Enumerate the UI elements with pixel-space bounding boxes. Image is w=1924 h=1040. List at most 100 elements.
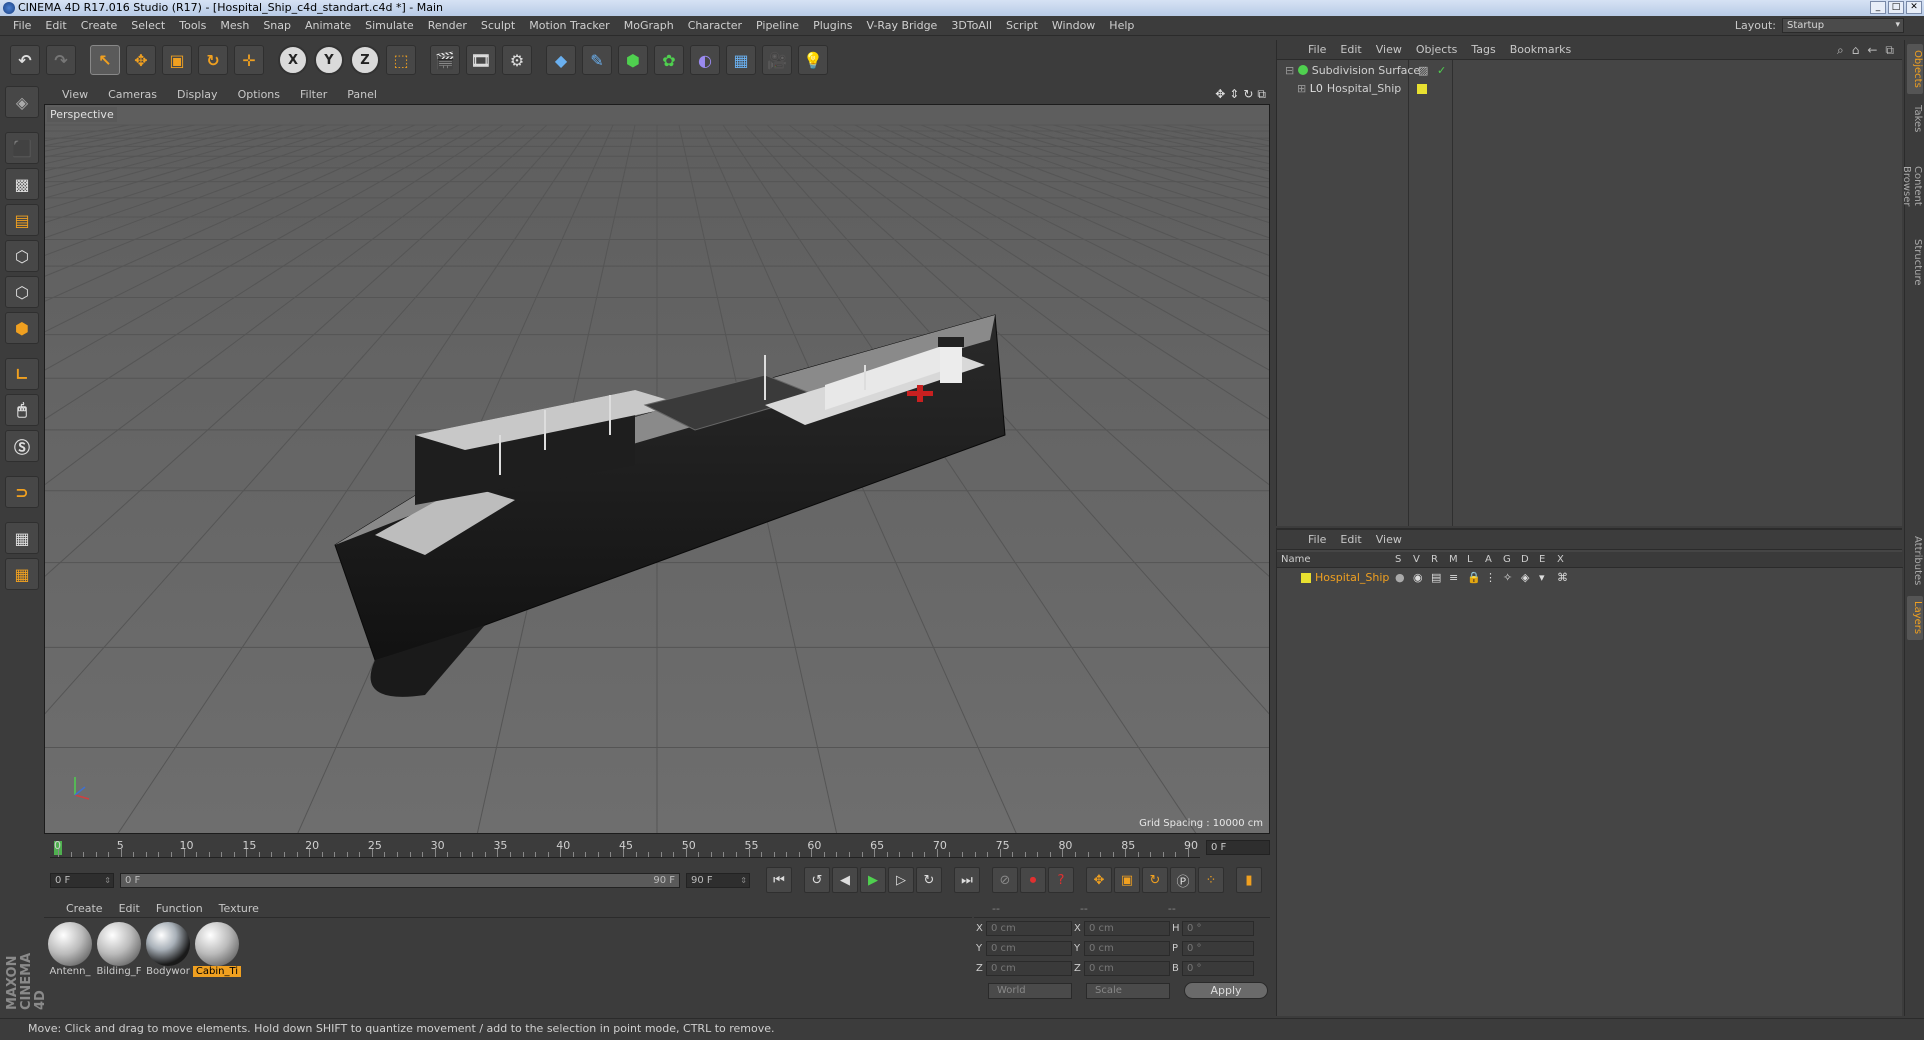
move-tool-icon[interactable]: ✥ — [126, 45, 156, 75]
solo-dot-icon[interactable]: ● — [1395, 570, 1405, 586]
apply-button[interactable]: Apply — [1184, 982, 1268, 999]
new-panel-icon[interactable]: ⧉ — [1885, 43, 1894, 58]
tab-objects[interactable]: Objects — [1907, 44, 1923, 94]
rotate-tool-icon[interactable]: ↻ — [198, 45, 228, 75]
play-icon[interactable]: ▶ — [860, 867, 886, 893]
menu-character[interactable]: Character — [681, 19, 749, 32]
workplane-lock-icon[interactable]: ▦ — [5, 522, 39, 554]
make-editable-icon[interactable]: ◈ — [5, 86, 39, 118]
go-to-start-icon[interactable]: ⏮ — [766, 867, 792, 893]
layer-toggle-icon[interactable]: ▨ — [1418, 62, 1428, 80]
menu-edit[interactable]: Edit — [38, 19, 73, 32]
polygons-mode-icon[interactable]: ⬢ — [5, 312, 39, 344]
material-swatch[interactable]: Bilding_F — [95, 922, 143, 977]
live-selection-icon[interactable]: ↖ — [90, 45, 120, 75]
key-pla-icon[interactable]: ⁘ — [1198, 867, 1224, 893]
position-y-field[interactable]: 0 cm — [986, 940, 1072, 956]
menu-plugins[interactable]: Plugins — [806, 19, 859, 32]
subdivision-icon[interactable]: ⬢ — [618, 45, 648, 75]
z-axis-lock-icon[interactable]: Z — [350, 45, 380, 75]
menu-tools[interactable]: Tools — [172, 19, 213, 32]
viewport-menu-filter[interactable]: Filter — [290, 88, 337, 101]
layer-color-swatch[interactable] — [1301, 573, 1311, 583]
material-menu-function[interactable]: Function — [148, 902, 211, 915]
expand-icon[interactable]: ⊟ — [1277, 64, 1294, 77]
tab-attributes[interactable]: Attributes — [1907, 530, 1923, 592]
workplane-mode-icon[interactable]: ▤ — [5, 204, 39, 236]
rotation-h-field[interactable]: 0 ° — [1182, 920, 1254, 936]
key-parameter-icon[interactable]: Ⓟ — [1170, 867, 1196, 893]
y-axis-lock-icon[interactable]: Y — [314, 45, 344, 75]
record-keys-icon[interactable]: ⊘ — [992, 867, 1018, 893]
orbit-icon[interactable]: ↻ — [1243, 87, 1253, 102]
position-z-field[interactable]: 0 cm — [986, 960, 1072, 976]
material-swatch[interactable]: Antenn_ — [46, 922, 94, 977]
om-menu-tags[interactable]: Tags — [1464, 43, 1502, 56]
scale-tool-icon[interactable]: ▣ — [162, 45, 192, 75]
axis-mode-icon[interactable]: ∟ — [5, 358, 39, 390]
menu-window[interactable]: Window — [1045, 19, 1102, 32]
back-icon[interactable]: ← — [1867, 43, 1877, 58]
lock-icon[interactable]: 🔒 — [1467, 570, 1481, 586]
menu-help[interactable]: Help — [1102, 19, 1141, 32]
render-picture-viewer-icon[interactable]: 🎞 — [466, 45, 496, 75]
menu-file[interactable]: File — [6, 19, 38, 32]
menu-snap[interactable]: Snap — [256, 19, 298, 32]
end-frame-field[interactable]: 90 F — [686, 872, 750, 888]
om-menu-objects[interactable]: Objects — [1409, 43, 1465, 56]
layer-name[interactable]: Hospital_Ship — [1315, 570, 1389, 586]
timeline-window-icon[interactable]: ▮ — [1236, 867, 1262, 893]
menu-sculpt[interactable]: Sculpt — [474, 19, 522, 32]
viewport-menu-options[interactable]: Options — [228, 88, 290, 101]
generators-icon[interactable]: ✧ — [1503, 570, 1512, 586]
go-to-end-icon[interactable]: ⏭ — [954, 867, 980, 893]
layout-dropdown[interactable]: Startup — [1782, 18, 1904, 33]
keyframe-selection-icon[interactable]: ? — [1048, 867, 1074, 893]
render-view-icon[interactable]: 🎬 — [430, 45, 460, 75]
viewport-menu-display[interactable]: Display — [167, 88, 228, 101]
layer-color-swatch[interactable] — [1417, 84, 1427, 94]
pan-icon[interactable]: ✥ — [1215, 87, 1225, 102]
viewport-menu-view[interactable]: View — [52, 88, 98, 101]
menu-3dtoall[interactable]: 3DToAll — [944, 19, 999, 32]
timeline-ruler[interactable]: 0 5 10 15 20 25 30 35 40 45 50 55 60 65 70 75 80 85 90 — [50, 838, 1200, 858]
size-x-field[interactable]: 0 cm — [1084, 920, 1170, 936]
menu-create[interactable]: Create — [74, 19, 125, 32]
tab-takes[interactable]: Takes — [1907, 98, 1923, 140]
expressions-icon[interactable]: ▾ — [1539, 570, 1545, 586]
redo-icon[interactable]: ↷ — [46, 45, 76, 75]
lm-menu-view[interactable]: View — [1369, 533, 1409, 546]
lm-menu-file[interactable]: File — [1301, 533, 1333, 546]
menu-vray-bridge[interactable]: V-Ray Bridge — [859, 19, 944, 32]
search-icon[interactable]: ⌕ — [1837, 43, 1844, 58]
maximize-view-icon[interactable]: ⧉ — [1257, 87, 1266, 102]
menu-render[interactable]: Render — [421, 19, 474, 32]
points-mode-icon[interactable]: ⬡ — [5, 240, 39, 272]
position-x-field[interactable]: 0 cm — [986, 920, 1072, 936]
current-frame-field[interactable]: 0 F — [1206, 840, 1270, 855]
material-menu-edit[interactable]: Edit — [111, 902, 148, 915]
autokeying-icon[interactable]: ⏺ — [1020, 867, 1046, 893]
render-settings-icon[interactable]: ⚙ — [502, 45, 532, 75]
planar-workplane-icon[interactable]: ▦ — [5, 558, 39, 590]
menu-mesh[interactable]: Mesh — [213, 19, 256, 32]
menu-animate[interactable]: Animate — [298, 19, 358, 32]
menu-select[interactable]: Select — [124, 19, 172, 32]
deformer-icon[interactable]: ◐ — [690, 45, 720, 75]
size-mode-dropdown[interactable]: Scale — [1086, 982, 1170, 999]
previous-key-icon[interactable]: ↺ — [804, 867, 830, 893]
deformers-icon[interactable]: ◈ — [1521, 570, 1529, 586]
object-row[interactable]: ⊟ Subdivision Surface ▨ ✓ — [1277, 62, 1903, 80]
key-rotation-icon[interactable]: ↻ — [1142, 867, 1168, 893]
undo-icon[interactable]: ↶ — [10, 45, 40, 75]
menu-mograph[interactable]: MoGraph — [617, 19, 681, 32]
close-button[interactable]: ✕ — [1906, 1, 1922, 14]
next-key-icon[interactable]: ↻ — [916, 867, 942, 893]
light-icon[interactable]: 💡 — [798, 45, 828, 75]
snapping-icon[interactable]: ⊃ — [5, 476, 39, 508]
edges-mode-icon[interactable]: ⬡ — [5, 276, 39, 308]
size-z-field[interactable]: 0 cm — [1084, 960, 1170, 976]
pen-spline-icon[interactable]: ✎ — [582, 45, 612, 75]
tab-layers[interactable]: Layers — [1907, 596, 1923, 640]
cube-object-icon[interactable]: ◆ — [546, 45, 576, 75]
